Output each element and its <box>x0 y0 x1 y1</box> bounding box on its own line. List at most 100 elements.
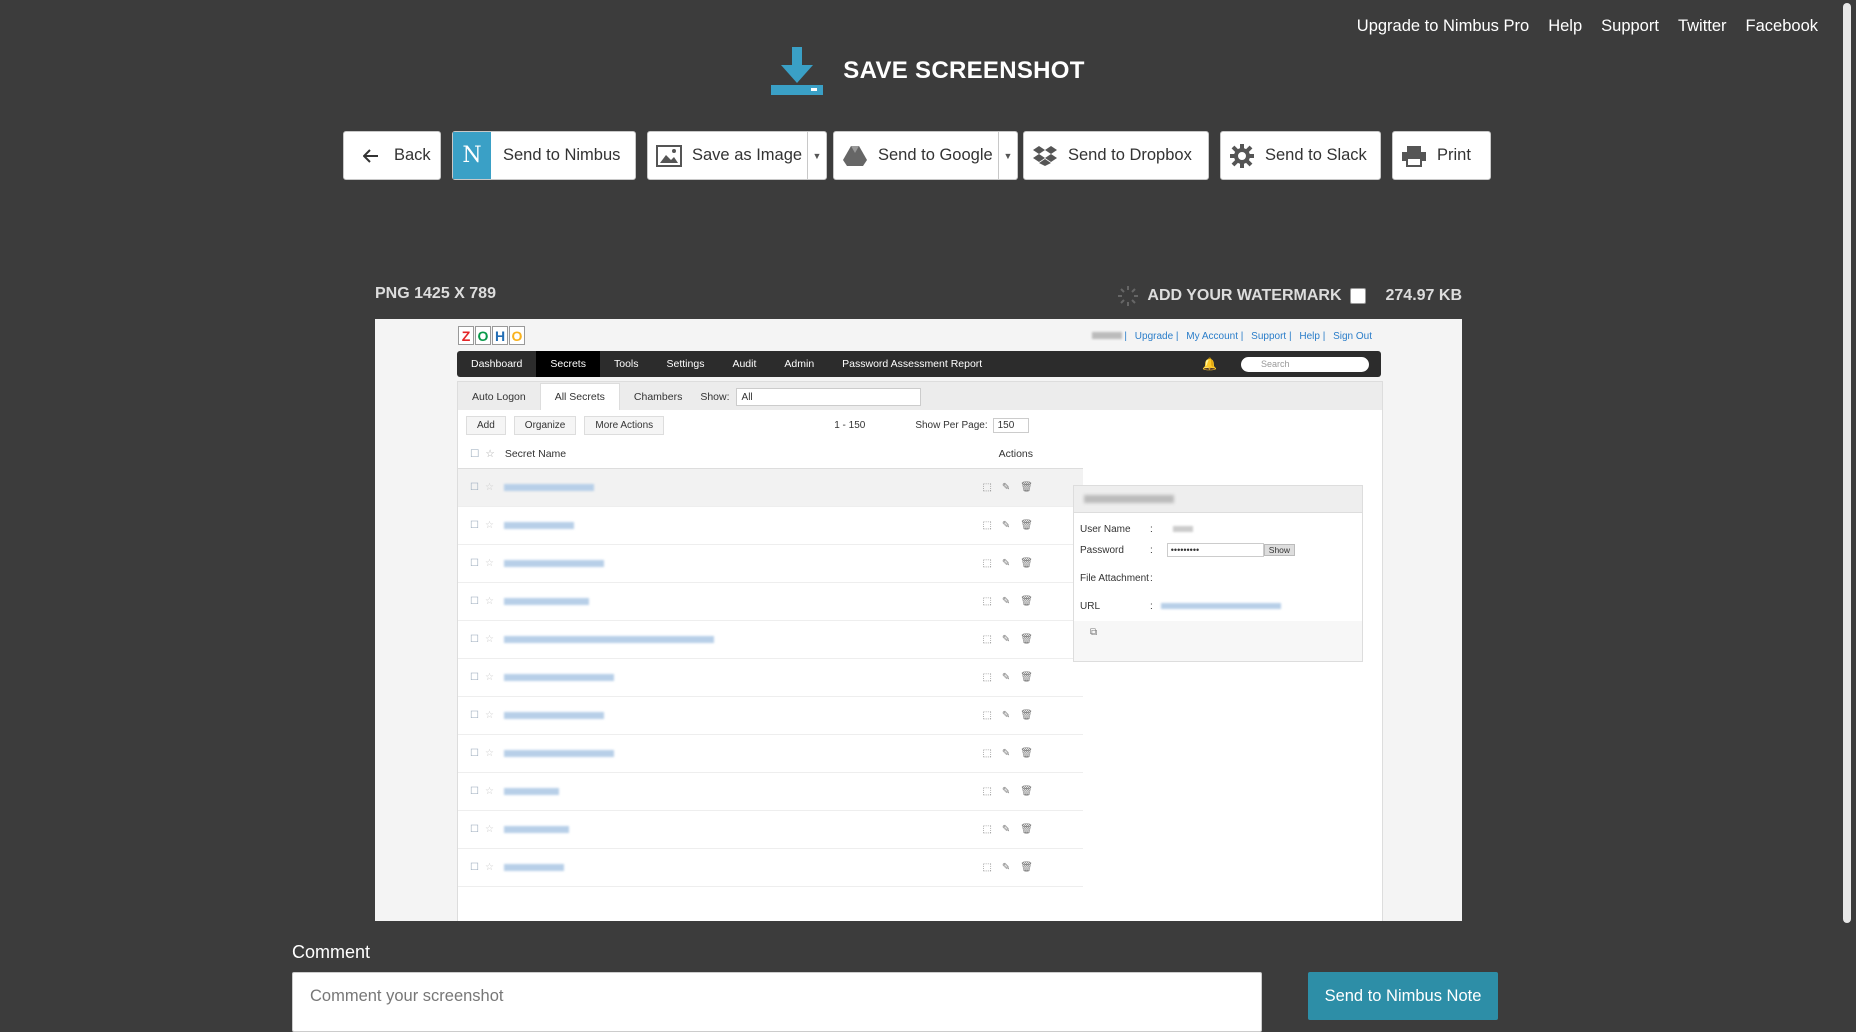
send-to-nimbus-button[interactable]: N Send to Nimbus <box>452 131 636 180</box>
preview-nav-item: Settings <box>666 358 705 370</box>
image-format-info: PNG 1425 X 789 <box>375 285 496 302</box>
zoho-logo: ZOHO <box>458 326 525 345</box>
preview-search: Search <box>1241 356 1369 372</box>
comment-input[interactable]: Comment your screenshot <box>292 972 1262 1032</box>
preview-nav-item: Audit <box>732 358 757 370</box>
google-drive-icon <box>842 143 868 169</box>
watermark-row: ADD YOUR WATERMARK 274.97 KB <box>1117 285 1462 307</box>
preview-add-button: Add <box>466 415 506 435</box>
back-button[interactable]: Back <box>343 131 441 180</box>
preview-help-link: Help <box>1299 331 1320 342</box>
send-to-slack-label: Send to Slack <box>1265 146 1367 164</box>
send-to-nimbus-label: Send to Nimbus <box>503 146 621 164</box>
google-dropdown-chevron-icon[interactable]: ▼ <box>998 132 1017 179</box>
preview-table-row: ☐ ☆ ⬚✎🗑 <box>458 545 1083 583</box>
save-dropdown-chevron-icon[interactable]: ▼ <box>807 132 826 179</box>
preview-table-row: ☐ ☆ ⬚✎🗑 <box>458 849 1083 887</box>
top-nav: Upgrade to Nimbus Pro Help Support Twitt… <box>1338 17 1818 36</box>
preview-upgrade-link: Upgrade <box>1134 331 1174 342</box>
preview-table-row: ☐ ☆ ⬚✎🗑 <box>458 507 1083 545</box>
preview-tabs: Auto Logon All Secrets Chambers Show: Al… <box>458 382 1382 410</box>
preview-table-row: ☐ ☆ ⬚✎🗑 <box>458 735 1083 773</box>
detail-field-label: URL <box>1080 600 1101 612</box>
share-icon: ⧉ <box>1090 627 1098 638</box>
download-icon <box>771 47 824 95</box>
preview-col-secret-name: Secret Name <box>504 448 567 460</box>
page-scrollbar[interactable] <box>1838 0 1856 1016</box>
preview-more-actions-button: More Actions <box>584 415 665 435</box>
scrollbar-thumb[interactable] <box>1843 3 1851 923</box>
preview-panel: Auto Logon All Secrets Chambers Show: Al… <box>457 381 1383 921</box>
preview-table-row: ☐ ☆ ⬚✎🗑 <box>458 773 1083 811</box>
back-label: Back <box>394 146 431 164</box>
comment-label: Comment <box>292 942 371 962</box>
preview-table-row: ☐ ☆ ⬚✎🗑 <box>458 621 1083 659</box>
star-icon: ☆ <box>485 448 495 460</box>
action-toolbar: Back N Send to Nimbus Save as Image ▼ Se… <box>343 131 1491 180</box>
detail-field-label: User Name <box>1080 523 1131 535</box>
preview-table-row: ☐ ☆ ⬚✎🗑 <box>458 659 1083 697</box>
print-label: Print <box>1437 146 1471 164</box>
image-icon <box>656 143 682 169</box>
preview-table-row: ☐ ☆ ⬚✎🗑 <box>458 811 1083 849</box>
page-header: SAVE SCREENSHOT <box>0 47 1856 95</box>
send-to-google-button[interactable]: Send to Google ▼ <box>833 131 1018 180</box>
help-link[interactable]: Help <box>1548 17 1582 36</box>
support-link[interactable]: Support <box>1601 17 1659 36</box>
send-to-google-label: Send to Google <box>878 146 993 164</box>
preview-account-link: My Account <box>1186 331 1238 342</box>
printer-icon <box>1401 143 1427 169</box>
preview-table-row: ☐ ☆ ⬚✎🗑 <box>458 697 1083 735</box>
preview-signout-link: Sign Out <box>1333 331 1372 342</box>
preview-per-page-value: 150 <box>992 417 1030 433</box>
watermark-checkbox[interactable] <box>1349 288 1366 304</box>
loading-spinner-icon <box>1118 286 1139 306</box>
preview-top-links: | Upgrade | My Account | Support | Help … <box>1087 331 1372 342</box>
detail-field-label: File Attachment <box>1080 572 1149 584</box>
watermark-label: ADD YOUR WATERMARK <box>1147 287 1342 304</box>
preview-support-link: Support <box>1251 331 1287 342</box>
send-to-nimbus-note-button[interactable]: Send to Nimbus Note <box>1308 972 1498 1020</box>
preview-nav-item: Dashboard <box>471 358 523 370</box>
slack-icon <box>1229 143 1255 169</box>
preview-show-label: Show: <box>700 391 730 403</box>
bell-icon: 🔔 <box>1202 357 1217 371</box>
preview-nav-bar: Dashboard Secrets Tools Settings Audit A… <box>457 351 1381 377</box>
checkbox-icon: ☐ <box>470 448 480 460</box>
dropbox-icon <box>1032 143 1058 169</box>
preview-show-select: All <box>735 388 921 406</box>
facebook-link[interactable]: Facebook <box>1746 17 1818 36</box>
preview-tab: Chambers <box>633 391 683 403</box>
send-to-dropbox-label: Send to Dropbox <box>1068 146 1192 164</box>
preview-table-row: ☐ ☆ ⬚✎🗑 <box>458 469 1083 507</box>
send-to-slack-button[interactable]: Send to Slack <box>1220 131 1381 180</box>
preview-table-header: ☐ ☆ Secret Name Actions <box>458 440 1083 469</box>
twitter-link[interactable]: Twitter <box>1678 17 1727 36</box>
file-size: 274.97 KB <box>1385 287 1463 304</box>
detail-show-button: Show <box>1263 544 1296 556</box>
save-as-image-label: Save as Image <box>692 146 803 164</box>
preview-col-actions: Actions <box>998 448 1033 460</box>
preview-nav-item: Admin <box>784 358 815 370</box>
preview-action-bar: Add Organize More Actions 1 - 150 Show P… <box>458 410 1382 440</box>
detail-field-label: Password <box>1080 544 1124 556</box>
print-button[interactable]: Print <box>1392 131 1491 180</box>
preview-nav-item: Secrets <box>536 351 600 377</box>
preview-organize-button: Organize <box>513 415 577 435</box>
arrow-left-icon <box>358 143 384 169</box>
preview-per-page-label: Show Per Page: <box>915 419 988 431</box>
preview-table-row: ☐ ☆ ⬚✎🗑 <box>458 583 1083 621</box>
preview-pagination: 1 - 150 <box>834 419 866 431</box>
preview-tab: Auto Logon <box>472 391 526 403</box>
page-title: SAVE SCREENSHOT <box>843 57 1085 84</box>
preview-nav-item: Password Assessment Report <box>842 358 983 370</box>
send-to-dropbox-button[interactable]: Send to Dropbox <box>1023 131 1209 180</box>
save-as-image-button[interactable]: Save as Image ▼ <box>647 131 827 180</box>
screenshot-preview[interactable]: ZOHO | Upgrade | My Account | Support | … <box>375 319 1462 921</box>
preview-detail-card: User Name: Password: ••••••••• Show File … <box>1073 485 1363 662</box>
preview-nav-item: Tools <box>613 358 639 370</box>
detail-password: ••••••••• <box>1166 543 1264 557</box>
upgrade-link[interactable]: Upgrade to Nimbus Pro <box>1357 17 1529 36</box>
preview-tab: All Secrets <box>539 383 620 410</box>
nimbus-logo-icon: N <box>453 132 491 179</box>
